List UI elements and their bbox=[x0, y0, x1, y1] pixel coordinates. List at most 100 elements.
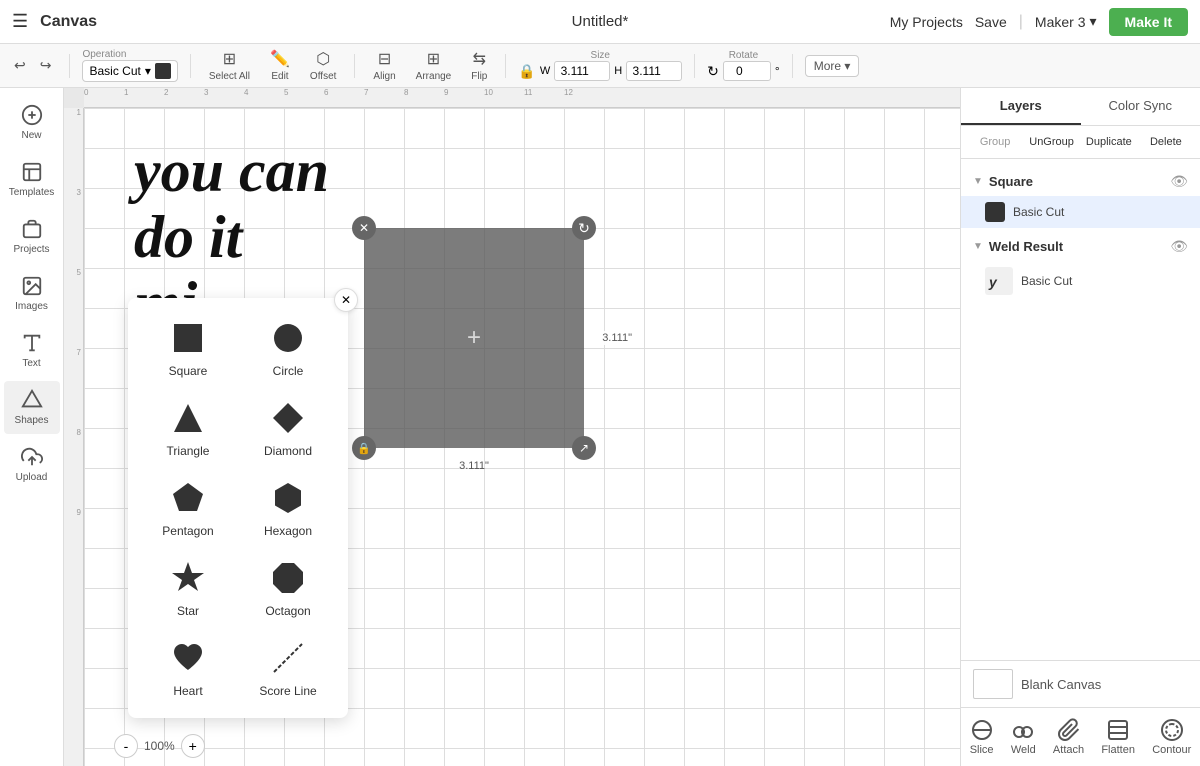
select-all-button[interactable]: ⊞ Select All bbox=[203, 45, 256, 86]
blank-canvas-row: Blank Canvas bbox=[973, 669, 1188, 699]
size-label-bottom: 3.111" bbox=[459, 460, 489, 472]
app-title: Canvas bbox=[40, 13, 97, 31]
tab-layers[interactable]: Layers bbox=[961, 88, 1081, 125]
separator3 bbox=[354, 54, 355, 78]
right-panel-tabs: Layers Color Sync bbox=[961, 88, 1200, 126]
sidebar-item-new[interactable]: New bbox=[4, 96, 60, 149]
ruler-tick: 11 bbox=[524, 88, 532, 97]
right-panel-bottom: Blank Canvas bbox=[961, 660, 1200, 707]
shape-star-label: Star bbox=[177, 604, 199, 618]
shape-diamond[interactable]: Diamond bbox=[244, 394, 332, 462]
zoom-out-button[interactable]: - bbox=[114, 734, 138, 758]
resize-handle[interactable]: ↗ bbox=[572, 436, 596, 460]
shape-star[interactable]: Star bbox=[144, 554, 232, 622]
shape-diamond-label: Diamond bbox=[264, 444, 312, 458]
ruler-tick: 9 bbox=[77, 508, 81, 517]
shape-heart[interactable]: Heart bbox=[144, 634, 232, 702]
templates-icon bbox=[21, 161, 43, 183]
shape-scoreline[interactable]: Score Line bbox=[244, 634, 332, 702]
zoom-controls: - 100% + bbox=[114, 734, 205, 758]
eye-icon-2[interactable]: 👁 bbox=[1170, 238, 1188, 255]
shape-pentagon-label: Pentagon bbox=[162, 524, 213, 538]
ruler-tick: 10 bbox=[484, 88, 493, 97]
edit-button[interactable]: ✏️ Edit bbox=[264, 45, 296, 86]
redo-button[interactable]: ↪ bbox=[34, 53, 58, 78]
group-button[interactable]: Group bbox=[969, 132, 1021, 152]
arrange-icon: ⊞ bbox=[427, 49, 440, 69]
shapes-panel-close[interactable]: ✕ bbox=[334, 288, 358, 312]
rotate-input[interactable] bbox=[723, 61, 771, 81]
tab-color-sync[interactable]: Color Sync bbox=[1081, 88, 1200, 125]
layer-item-weld-basiccut[interactable]: y Basic Cut bbox=[961, 261, 1200, 301]
sidebar-item-upload[interactable]: Upload bbox=[4, 438, 60, 491]
menu-button[interactable]: ☰ bbox=[12, 11, 28, 32]
delete-button[interactable]: Delete bbox=[1140, 132, 1192, 152]
operation-select[interactable]: Basic Cut ▾ bbox=[82, 60, 177, 82]
shape-circle[interactable]: Circle bbox=[244, 314, 332, 382]
shape-hexagon[interactable]: Hexagon bbox=[244, 474, 332, 542]
shape-triangle[interactable]: Triangle bbox=[144, 394, 232, 462]
ruler-tick: 5 bbox=[284, 88, 288, 97]
shape-square[interactable]: Square bbox=[144, 314, 232, 382]
slice-icon bbox=[970, 718, 994, 742]
my-projects-button[interactable]: My Projects bbox=[890, 14, 963, 30]
width-input[interactable] bbox=[554, 61, 610, 81]
save-button[interactable]: Save bbox=[975, 14, 1007, 30]
color-swatch bbox=[155, 63, 171, 79]
undo-redo-group: ↩ ↪ bbox=[8, 53, 57, 78]
machine-selector[interactable]: Maker 3 ▾ bbox=[1035, 13, 1097, 30]
sidebar-item-templates[interactable]: Templates bbox=[4, 153, 60, 206]
layer-group-weld: ▼ Weld Result 👁 y Basic Cut bbox=[961, 232, 1200, 301]
sidebar-item-shapes[interactable]: Shapes bbox=[4, 381, 60, 434]
offset-button[interactable]: ⬡ Offset bbox=[304, 45, 343, 86]
shape-octagon[interactable]: Octagon bbox=[244, 554, 332, 622]
contour-label: Contour bbox=[1152, 744, 1191, 756]
shape-triangle-label: Triangle bbox=[167, 444, 210, 458]
collapse-arrow-icon: ▼ bbox=[973, 176, 983, 187]
sidebar-item-images[interactable]: Images bbox=[4, 267, 60, 320]
contour-tool[interactable]: Contour bbox=[1144, 714, 1199, 760]
canvas-container[interactable]: 0 1 2 3 4 5 6 7 8 9 10 11 12 1 3 5 7 8 bbox=[64, 88, 960, 766]
shape-scoreline-label: Score Line bbox=[259, 684, 316, 698]
lock-aspect-icon[interactable]: 🔒 bbox=[518, 63, 535, 80]
ruler-tick: 2 bbox=[164, 88, 168, 97]
ungroup-button[interactable]: UnGroup bbox=[1025, 132, 1078, 152]
layer-group-weld-header[interactable]: ▼ Weld Result 👁 bbox=[961, 232, 1200, 261]
sidebar-item-projects[interactable]: Projects bbox=[4, 210, 60, 263]
align-button[interactable]: ⊟ Align bbox=[367, 45, 401, 86]
height-input[interactable] bbox=[626, 61, 682, 81]
layer-group-square-header[interactable]: ▼ Square 👁 bbox=[961, 167, 1200, 196]
sidebar-item-text[interactable]: Text bbox=[4, 324, 60, 377]
sidebar-item-images-label: Images bbox=[15, 301, 48, 312]
lock-handle[interactable]: 🔒 bbox=[352, 436, 376, 460]
eye-icon[interactable]: 👁 bbox=[1170, 173, 1188, 190]
shape-pentagon[interactable]: Pentagon bbox=[144, 474, 232, 542]
duplicate-button[interactable]: Duplicate bbox=[1082, 132, 1136, 152]
ruler-tick: 1 bbox=[124, 88, 128, 97]
circle-icon bbox=[268, 318, 308, 358]
zoom-in-button[interactable]: + bbox=[181, 734, 205, 758]
flatten-tool[interactable]: Flatten bbox=[1093, 714, 1143, 760]
size-label-right: 3.111" bbox=[598, 331, 636, 345]
contour-icon bbox=[1160, 718, 1184, 742]
separator4 bbox=[505, 54, 506, 78]
layers-content: ▼ Square 👁 Basic Cut ▼ Weld Result 👁 bbox=[961, 159, 1200, 660]
rotate-label: Rotate bbox=[729, 50, 758, 61]
ruler-tick: 6 bbox=[324, 88, 328, 97]
undo-button[interactable]: ↩ bbox=[8, 53, 32, 78]
flip-button[interactable]: ⇆ Flip bbox=[465, 45, 493, 86]
make-it-button[interactable]: Make It bbox=[1109, 8, 1188, 36]
ruler-tick: 7 bbox=[364, 88, 368, 97]
blank-canvas-thumb bbox=[973, 669, 1013, 699]
weld-tool[interactable]: Weld bbox=[1003, 714, 1044, 760]
sidebar-item-templates-label: Templates bbox=[9, 187, 55, 198]
layer-item-square-basiccut[interactable]: Basic Cut bbox=[961, 196, 1200, 228]
arrange-button[interactable]: ⊞ Arrange bbox=[410, 45, 458, 86]
separator6 bbox=[792, 54, 793, 78]
more-button[interactable]: More ▾ bbox=[805, 55, 860, 77]
collapse-arrow-icon-2: ▼ bbox=[973, 241, 983, 252]
shapes-icon bbox=[21, 389, 43, 411]
edit-icon: ✏️ bbox=[270, 49, 290, 69]
attach-tool[interactable]: Attach bbox=[1045, 714, 1092, 760]
slice-tool[interactable]: Slice bbox=[962, 714, 1002, 760]
